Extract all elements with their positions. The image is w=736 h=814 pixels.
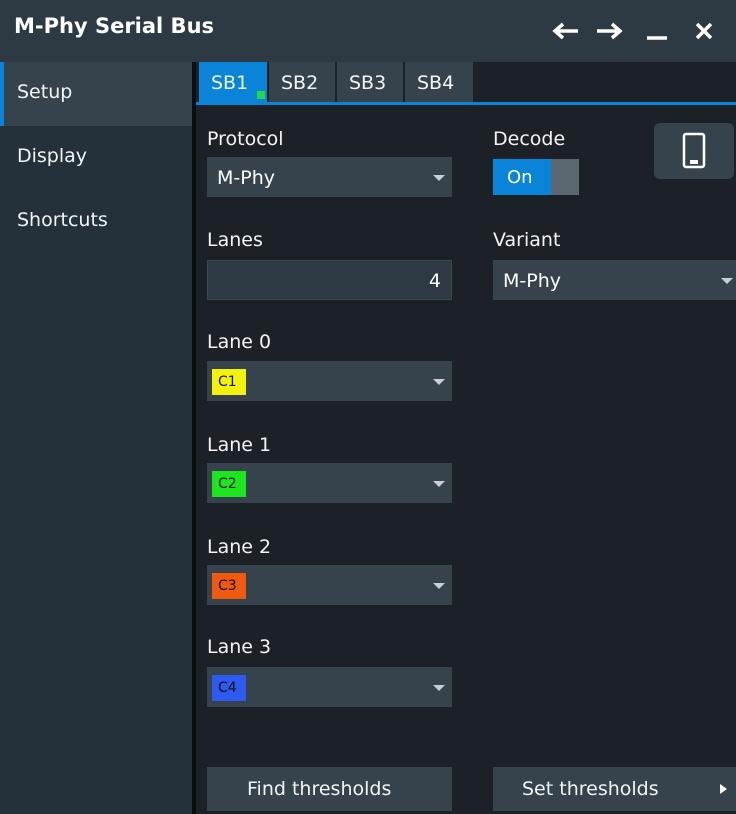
lanes-label: Lanes: [207, 229, 263, 251]
minimize-icon[interactable]: [645, 21, 669, 41]
decode-label: Decode: [493, 128, 566, 150]
tab-label: SB3: [349, 72, 387, 94]
sidebar-item-setup[interactable]: Setup: [0, 62, 192, 126]
tab-sb1[interactable]: SB1: [199, 62, 267, 102]
tab-underline: [196, 102, 736, 105]
chevron-down-icon: [433, 583, 445, 589]
tab-label: SB2: [281, 72, 319, 94]
lanes-input[interactable]: 4: [207, 260, 452, 300]
source-chip-c3: C3: [212, 573, 246, 599]
sidebar-divider: [192, 62, 196, 814]
source-chip-c4: C4: [212, 675, 246, 701]
chevron-down-icon: [433, 685, 445, 691]
forward-arrow-icon[interactable]: [595, 21, 625, 41]
sidebar-item-label: Setup: [17, 81, 73, 103]
protocol-select[interactable]: M-Phy: [207, 157, 452, 197]
chevron-down-icon: [433, 481, 445, 487]
active-indicator: [257, 91, 265, 99]
find-thresholds-label: Find thresholds: [247, 778, 392, 800]
title-bar: M-Phy Serial Bus: [0, 0, 736, 62]
sidebar-item-label: Shortcuts: [17, 209, 108, 231]
find-thresholds-button[interactable]: Find thresholds: [207, 767, 452, 811]
sidebar-item-display[interactable]: Display: [0, 126, 192, 190]
toggle-on-state: On: [493, 159, 551, 195]
right-triangle-icon: [720, 784, 727, 794]
variant-value: M-Phy: [503, 270, 561, 292]
sidebar-item-shortcuts[interactable]: Shortcuts: [0, 190, 192, 254]
lane-2-source-select[interactable]: C3: [207, 565, 452, 605]
close-icon[interactable]: [694, 21, 714, 41]
set-thresholds-label: Set thresholds: [522, 778, 659, 800]
source-chip-c2: C2: [212, 471, 246, 497]
tab-sb4[interactable]: SB4: [405, 62, 473, 102]
decode-toggle[interactable]: On: [493, 159, 579, 195]
tab-sb3[interactable]: SB3: [337, 62, 403, 102]
chevron-down-icon: [433, 175, 445, 181]
source-chip-c1: C1: [212, 369, 246, 395]
variant-label: Variant: [493, 229, 561, 251]
tab-sb2[interactable]: SB2: [269, 62, 335, 102]
set-thresholds-button[interactable]: Set thresholds: [493, 767, 736, 811]
mobile-view-button[interactable]: [654, 123, 734, 179]
lane-1-label: Lane 1: [207, 434, 272, 456]
lane-3-label: Lane 3: [207, 636, 272, 658]
back-arrow-icon[interactable]: [550, 21, 580, 41]
lanes-value: 4: [428, 270, 441, 292]
tab-label: SB1: [211, 72, 249, 94]
protocol-value: M-Phy: [217, 167, 275, 189]
toggle-on-label: On: [507, 167, 533, 188]
lane-1-source-select[interactable]: C2: [207, 463, 452, 503]
lane-0-source-select[interactable]: C1: [207, 361, 452, 401]
window-title: M-Phy Serial Bus: [14, 14, 215, 38]
phone-icon: [682, 132, 706, 169]
chevron-down-icon: [721, 278, 733, 284]
toggle-knob: [551, 159, 579, 195]
lane-0-label: Lane 0: [207, 331, 272, 353]
tab-label: SB4: [417, 72, 455, 94]
chevron-down-icon: [433, 379, 445, 385]
sidebar-item-label: Display: [17, 145, 88, 167]
lane-3-source-select[interactable]: C4: [207, 667, 452, 707]
protocol-label: Protocol: [207, 128, 284, 150]
lane-2-label: Lane 2: [207, 536, 272, 558]
sidebar: Setup Display Shortcuts: [0, 62, 192, 814]
variant-select[interactable]: M-Phy: [493, 260, 736, 300]
